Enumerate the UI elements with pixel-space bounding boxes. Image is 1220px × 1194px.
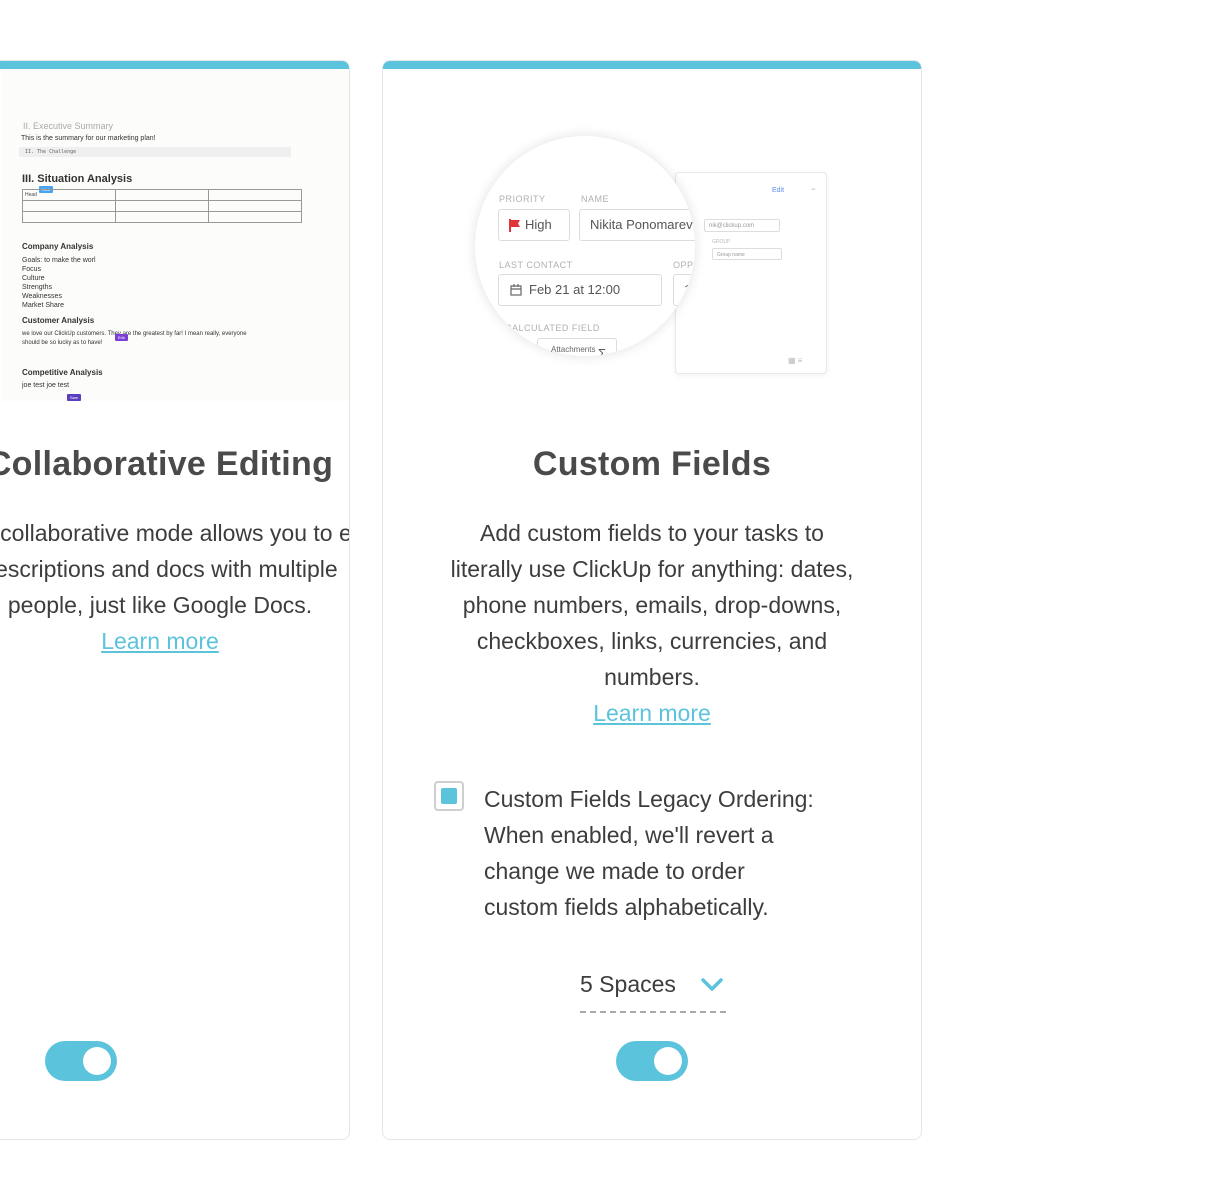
calculated-field-label: CALCULATED FIELD [505, 323, 600, 333]
toggle-knob [654, 1047, 682, 1075]
situation-heading: III. Situation Analysis [22, 173, 133, 185]
chevron-down-icon [701, 978, 723, 991]
attachments-label: Attachments [551, 345, 596, 354]
panel-group-select: Group name [712, 248, 782, 260]
sigma-icon: Σ [597, 346, 606, 356]
customer-text: we love our ClickUp customers. They are … [22, 331, 247, 337]
last-contact-value: Feb 21 at 12:00 [529, 282, 621, 297]
priority-value: High [525, 217, 552, 232]
learn-more-link[interactable]: Learn more [101, 628, 219, 654]
custom-fields-toggle[interactable] [616, 1041, 688, 1081]
description-line: Real-time collaborative mode allows you … [0, 520, 349, 546]
company-item: Weaknesses [22, 293, 62, 300]
company-item: Goals: to make the worl [22, 257, 96, 264]
legacy-ordering-checkbox[interactable] [434, 781, 464, 811]
card-description: Add custom fields to your tasks to liter… [383, 515, 921, 731]
panel-group-label: GROUP [712, 239, 731, 245]
panel-email-field: nik@clickup.com [704, 219, 780, 232]
customer-heading: Customer Analysis [22, 316, 95, 325]
last-contact-field: Feb 21 at 12:00 [498, 274, 662, 306]
grid-view-icon: ▦ ≡ [788, 356, 803, 365]
task-panel: Edit ⌃ nik@clickup.com GROUP Group name … [675, 172, 827, 374]
company-item: Strengths [22, 284, 52, 291]
description-line: people, just like Google Docs. [7, 592, 313, 618]
flag-icon [509, 219, 520, 232]
card-description: Real-time collaborative mode allows you … [0, 515, 349, 659]
legacy-line: change we made to order [484, 858, 745, 884]
situation-table: Head [22, 189, 302, 223]
spaces-label: 5 Spaces [580, 971, 676, 997]
custom-fields-card: Edit ⌃ nik@clickup.com GROUP Group name … [382, 60, 922, 1140]
table-cell: Head [22, 189, 116, 201]
code-line: II. The Challenge [19, 147, 291, 157]
description-line: phone numbers, emails, drop-downs, [462, 592, 842, 618]
company-heading: Company Analysis [22, 242, 94, 251]
summary-heading: II. Executive Summary [23, 121, 114, 131]
opportunity-label: OPPO [673, 260, 695, 270]
name-label: NAME [581, 194, 610, 204]
company-item: Culture [22, 275, 45, 282]
spaces-dropdown[interactable]: 5 Spaces [580, 967, 726, 1013]
description-line: literally use ClickUp for anything: date… [450, 556, 854, 582]
chevron-up-icon: ⌃ [810, 187, 817, 196]
priority-field: High [498, 209, 570, 241]
collaborator-tag: Erik [115, 334, 128, 341]
calendar-icon [510, 284, 522, 296]
opportunity-field: 1 [673, 274, 695, 306]
legacy-line: custom fields alphabetically. [484, 894, 769, 920]
company-item: Market Share [22, 302, 65, 309]
description-line: checkboxes, links, currencies, and [476, 628, 828, 654]
priority-label: PRIORITY [499, 194, 546, 204]
custom-fields-illustration: Edit ⌃ nik@clickup.com GROUP Group name … [475, 136, 835, 386]
description-line: descriptions and docs with multiple [0, 556, 338, 582]
magnifier-circle: PRIORITY NAME High Nikita Ponomarev LAST… [475, 136, 695, 356]
competitive-heading: Competitive Analysis [22, 368, 103, 377]
competitive-text: joe test joe test [22, 382, 70, 389]
card-accent-bar [0, 61, 349, 69]
learn-more-link[interactable]: Learn more [593, 700, 711, 726]
customer-text: should be so lucky as to have! [22, 340, 103, 346]
collaborative-editing-toggle[interactable] [45, 1041, 117, 1081]
collaborator-tag: Sam [67, 394, 82, 401]
toggle-knob [83, 1047, 111, 1075]
company-item: Focus [22, 266, 42, 273]
checkbox-checked-indicator [441, 788, 457, 804]
card-title: Custom Fields [532, 445, 772, 483]
legacy-ordering-label: Custom Fields Legacy Ordering: When enab… [484, 781, 904, 925]
legacy-line: When enabled, we'll revert a [484, 822, 774, 848]
description-line: numbers. [604, 664, 700, 690]
card-accent-bar [383, 61, 921, 69]
collaborative-editing-preview: II. Executive Summary This is the summar… [1, 69, 349, 401]
card-title: Collaborative Editing [0, 445, 334, 483]
summary-text: This is the summary for our marketing pl… [21, 135, 156, 142]
description-line: Add custom fields to your tasks to [480, 520, 824, 546]
name-field: Nikita Ponomarev [579, 209, 695, 241]
last-contact-label: LAST CONTACT [499, 260, 573, 270]
collaborative-editing-card: II. Executive Summary This is the summar… [0, 60, 350, 1140]
panel-edit-label: Edit [772, 187, 785, 194]
legacy-line: Custom Fields Legacy Ordering: [484, 786, 814, 812]
